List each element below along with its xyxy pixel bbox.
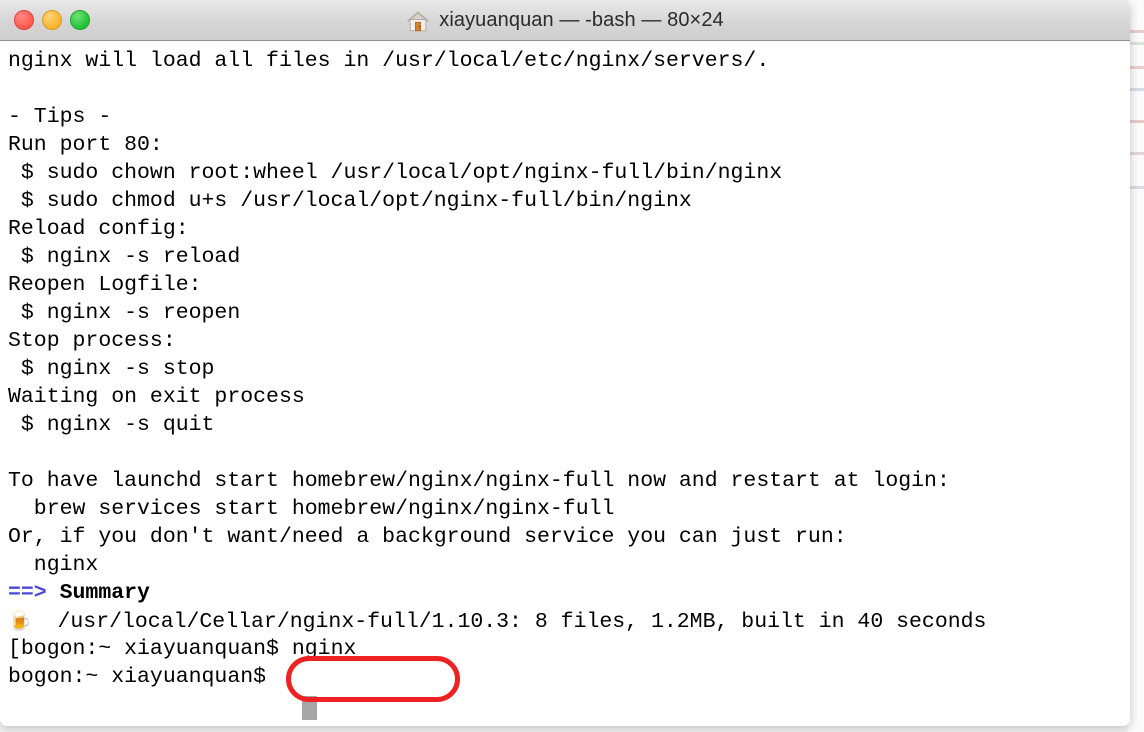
window-title-bar[interactable]: xiayuanquan — -bash — 80×24: [0, 0, 1130, 41]
prompt-line-executed: [bogon:~ xiayuanquan$ nginx: [0, 635, 1130, 663]
terminal-line: nginx will load all files in /usr/local/…: [8, 49, 770, 73]
shell-prompt: [bogon:~ xiayuanquan$: [8, 637, 292, 661]
terminal-line: Reopen Logfile:: [8, 273, 202, 297]
terminal-line: Waiting on exit process: [8, 385, 305, 409]
text-cursor: [302, 696, 317, 720]
terminal-line: $ nginx -s stop: [8, 357, 215, 381]
summary-header-line: ==> Summary: [0, 579, 1130, 607]
terminal-line: nginx: [8, 553, 99, 577]
terminal-line: brew services start homebrew/nginx/nginx…: [8, 497, 615, 521]
terminal-line: Reload config:: [8, 217, 189, 241]
wrapped-bracket-artifact: ]: [1112, 723, 1125, 725]
terminal-line: - Tips -: [8, 105, 112, 129]
screen: xiayuanquan — -bash — 80×24 nginx will l…: [0, 0, 1144, 732]
summary-label: Summary: [59, 581, 150, 605]
home-icon: [407, 10, 430, 31]
desktop-background-sliver: [1128, 0, 1144, 732]
prompt-line-active[interactable]: bogon:~ xiayuanquan$: [0, 663, 1130, 691]
summary-detail-text: /usr/local/Cellar/nginx-full/1.10.3: 8 f…: [57, 610, 987, 634]
brew-arrow-icon: ==>: [8, 581, 47, 605]
terminal-line: $ nginx -s reopen: [8, 301, 241, 325]
maximize-button[interactable]: [70, 10, 90, 30]
terminal-output-area[interactable]: nginx will load all files in /usr/local/…: [0, 41, 1130, 725]
minimize-button[interactable]: [42, 10, 62, 30]
terminal-line: $ sudo chmod u+s /usr/local/opt/nginx-fu…: [8, 189, 692, 213]
title-bar-center: xiayuanquan — -bash — 80×24: [0, 0, 1130, 41]
traffic-light-controls[interactable]: [14, 10, 90, 30]
beer-mug-icon: 🍺: [8, 610, 32, 632]
terminal-line: To have launchd start homebrew/nginx/ngi…: [8, 469, 950, 493]
close-button[interactable]: [14, 10, 34, 30]
window-title: xiayuanquan — -bash — 80×24: [439, 9, 724, 31]
terminal-line: Or, if you don't want/need a background …: [8, 525, 847, 549]
typed-command: nginx: [291, 637, 357, 661]
terminal-line: Stop process:: [8, 329, 176, 353]
terminal-line: $ sudo chown root:wheel /usr/local/opt/n…: [8, 161, 783, 185]
shell-prompt: bogon:~ xiayuanquan$: [8, 665, 279, 689]
terminal-window[interactable]: xiayuanquan — -bash — 80×24 nginx will l…: [0, 0, 1130, 726]
terminal-line: $ nginx -s reload: [8, 245, 241, 269]
terminal-line: Run port 80:: [8, 133, 163, 157]
summary-detail-line: 🍺 /usr/local/Cellar/nginx-full/1.10.3: 8…: [0, 607, 1130, 635]
terminal-line: $ nginx -s quit: [8, 413, 215, 437]
